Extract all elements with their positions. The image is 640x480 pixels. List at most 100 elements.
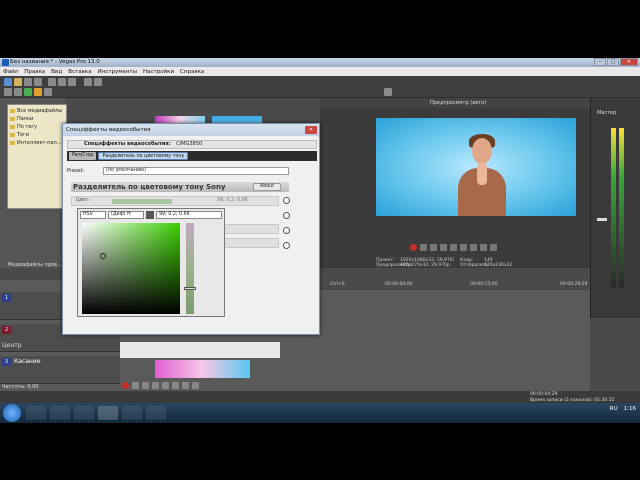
app-taskbar-icon[interactable] [146, 406, 166, 420]
paste-icon[interactable] [68, 78, 76, 86]
tab-hue-separator[interactable]: Разделитель по цветовому тону [98, 152, 189, 160]
ruler-tick: 00:00:15;00 [470, 282, 498, 287]
animate-icon[interactable] [283, 212, 290, 219]
tree-item-by-tag[interactable]: По тегу [10, 123, 64, 131]
next-frame-button[interactable] [480, 244, 487, 251]
close-button[interactable]: ✕ [620, 58, 638, 66]
preview-settings-icon[interactable] [384, 88, 392, 96]
color-swatch[interactable] [112, 199, 172, 204]
menu-options[interactable]: Настройки [143, 69, 174, 75]
preset-dropdown[interactable]: (по умолчанию) [103, 167, 289, 175]
menu-help[interactable]: Справка [180, 69, 204, 75]
main-toolbar [0, 76, 640, 98]
param-row[interactable] [223, 238, 279, 248]
color-channel-select[interactable]: (Деф) H [108, 211, 144, 219]
eyedropper-icon[interactable] [146, 211, 154, 219]
param-color-label: Цвет: [76, 198, 90, 203]
media-tag-icon[interactable] [34, 88, 42, 96]
color-crosshair[interactable] [100, 253, 106, 259]
media-search-icon[interactable] [44, 88, 52, 96]
go-end-button[interactable] [192, 382, 199, 389]
media-tab-label[interactable]: Медиафайлы прое... [8, 262, 62, 268]
about-button[interactable]: About [253, 183, 281, 191]
dialog-title-bar[interactable]: Спецэффекты видеособытия ✕ [63, 124, 319, 136]
cut-icon[interactable] [48, 78, 56, 86]
param-row-color[interactable]: Цвет: 99; 0,2; 0,66 [71, 196, 279, 206]
save-icon[interactable] [24, 78, 32, 86]
redo-icon[interactable] [94, 78, 102, 86]
tree-item-all-media[interactable]: Все медиафайлы [10, 107, 64, 115]
play-from-start-button[interactable] [430, 244, 437, 251]
display-value: 420x236x32 [484, 263, 513, 268]
animate-icon[interactable] [283, 242, 290, 249]
copy-icon[interactable] [58, 78, 66, 86]
record-button[interactable] [410, 244, 417, 251]
menu-file[interactable]: Файл [3, 69, 18, 75]
color-picker: HSV (Деф) H 99; 0.2; 0.66 [77, 208, 225, 317]
explorer-taskbar-icon[interactable] [26, 406, 46, 420]
param-row[interactable] [223, 224, 279, 234]
start-button[interactable] [3, 404, 21, 422]
maximize-button[interactable]: □ [607, 58, 619, 66]
properties-icon[interactable] [34, 78, 42, 86]
timecode: 00:00:04;29 [530, 392, 558, 397]
menu-insert[interactable]: Вставка [68, 69, 91, 75]
pause-button[interactable] [162, 382, 169, 389]
timeline-clip[interactable] [155, 360, 250, 378]
menu-view[interactable]: Вид [51, 69, 62, 75]
record-button[interactable] [122, 382, 129, 389]
chrome-taskbar-icon[interactable] [50, 406, 70, 420]
display-label: Отобразить: [460, 263, 490, 268]
menu-edit[interactable]: Правка [24, 69, 45, 75]
master-fader[interactable] [597, 218, 607, 221]
hue-slider[interactable] [186, 223, 194, 314]
undo-icon[interactable] [84, 78, 92, 86]
files-taskbar-icon[interactable] [74, 406, 94, 420]
loop-button[interactable] [420, 244, 427, 251]
new-project-icon[interactable] [4, 78, 12, 86]
minimize-button[interactable]: – [594, 58, 606, 66]
dialog-close-button[interactable]: ✕ [305, 126, 317, 134]
clock[interactable]: 1:16 [624, 406, 636, 412]
media-refresh-icon[interactable] [14, 88, 22, 96]
ruler-tick: 00:00:29;29 [560, 282, 588, 287]
stop-button[interactable] [172, 382, 179, 389]
timeline-clip[interactable] [120, 342, 280, 358]
center-label: Центр [2, 342, 22, 349]
go-start-button[interactable] [182, 382, 189, 389]
media-import-icon[interactable] [4, 88, 12, 96]
param-color-value: 99; 0,2; 0,66 [217, 198, 248, 203]
preview-value: 480x270x32; 29,970p [400, 263, 450, 268]
tab-pan-crop[interactable]: Pan/Crop [69, 152, 97, 160]
tree-item-smart-bins[interactable]: Интеллект-пап... [10, 139, 64, 147]
person-head [472, 138, 492, 164]
media-fx-icon[interactable] [24, 88, 32, 96]
tree-item-folders[interactable]: Папки [10, 115, 64, 123]
master-label: Мастер [597, 110, 617, 116]
color-mode-select[interactable]: HSV [80, 211, 106, 219]
color-value-input[interactable]: 99; 0.2; 0.66 [156, 211, 222, 219]
animate-icon[interactable] [283, 197, 290, 204]
screen: Без названия * - Vegas Pro 13.0 – □ ✕ Фа… [0, 0, 640, 480]
go-end-button[interactable] [490, 244, 497, 251]
stop-button[interactable] [460, 244, 467, 251]
preview-quality-dropdown[interactable]: Предпросмотр (авто) [430, 98, 486, 108]
saturation-value-field[interactable] [82, 223, 180, 314]
folder-icon [10, 132, 15, 137]
tree-item-tags[interactable]: Теги [10, 131, 64, 139]
language-indicator[interactable]: RU [610, 406, 618, 412]
prev-frame-button[interactable] [470, 244, 477, 251]
play-button[interactable] [440, 244, 447, 251]
pause-button[interactable] [450, 244, 457, 251]
hue-slider-handle[interactable] [184, 287, 196, 290]
open-icon[interactable] [14, 78, 22, 86]
play-button[interactable] [152, 382, 159, 389]
animate-icon[interactable] [283, 227, 290, 234]
play-from-start-button[interactable] [142, 382, 149, 389]
video-track-header[interactable]: 3 Касание [0, 356, 120, 384]
menu-tools[interactable]: Инструменты [98, 69, 137, 75]
app-taskbar-icon[interactable] [122, 406, 142, 420]
vegas-taskbar-icon[interactable] [98, 406, 118, 420]
dialog-title: Спецэффекты видеособытия [66, 127, 151, 133]
loop-button[interactable] [132, 382, 139, 389]
